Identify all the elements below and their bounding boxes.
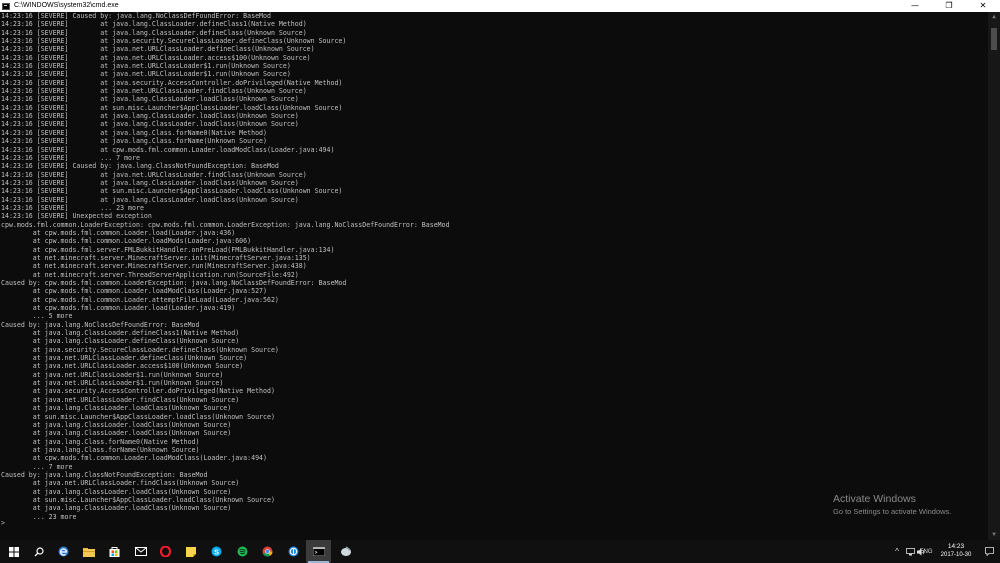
opera-icon[interactable] [153, 540, 178, 563]
app-icon[interactable] [281, 540, 306, 563]
mail-icon[interactable] [128, 540, 153, 563]
file-explorer-icon[interactable] [76, 540, 101, 563]
language-indicator[interactable]: ENG [917, 540, 935, 563]
vertical-scrollbar[interactable]: ▲ ▼ [988, 12, 1000, 540]
chrome-icon[interactable] [255, 540, 280, 563]
console-text: 14:23:16 [SEVERE] Caused by: java.lang.N… [1, 12, 450, 521]
skype-icon[interactable]: S [204, 540, 229, 563]
clock-time: 14:23 [947, 543, 965, 550]
scrollbar-thumb[interactable] [991, 28, 997, 50]
network-icon[interactable] [904, 540, 916, 563]
minimize-button[interactable]: — [898, 0, 932, 12]
command-prompt[interactable]: > [1, 519, 5, 527]
sticky-notes-icon[interactable] [178, 540, 203, 563]
clock[interactable]: 14:23 2017-10-30 [936, 543, 976, 559]
watermark-title: Activate Windows [833, 493, 916, 505]
svg-text:S: S [214, 547, 219, 556]
clock-date: 2017-10-30 [940, 552, 972, 558]
close-button[interactable]: ✕ [966, 0, 1000, 12]
scroll-down-arrow-icon[interactable]: ▼ [988, 530, 1000, 540]
search-icon[interactable] [26, 540, 51, 563]
taskbar: S ^ ENG 14:23 2017-10-30 [0, 540, 1000, 563]
notification-icon[interactable] [982, 540, 996, 563]
watermark-subtitle: Go to Settings to activate Windows. [833, 507, 952, 516]
tool-icon[interactable] [333, 540, 358, 563]
title-bar[interactable]: C:\WINDOWS\system32\cmd.exe — ❐ ✕ [0, 0, 1000, 12]
edge-icon[interactable] [51, 540, 76, 563]
cmd-app-icon[interactable] [2, 2, 10, 10]
window-controls: — ❐ ✕ [898, 0, 1000, 12]
cmd-taskbar-icon[interactable] [306, 540, 331, 563]
scroll-up-arrow-icon[interactable]: ▲ [988, 12, 1000, 22]
activate-windows-watermark: Activate Windows Go to Settings to activ… [833, 493, 951, 517]
spotify-icon[interactable] [230, 540, 255, 563]
chevron-up-icon[interactable]: ^ [891, 540, 903, 563]
console-output[interactable]: 14:23:16 [SEVERE] Caused by: java.lang.N… [0, 12, 988, 540]
windows-start-icon[interactable] [1, 540, 26, 563]
maximize-button[interactable]: ❐ [932, 0, 966, 12]
store-icon[interactable] [102, 540, 127, 563]
window-title: C:\WINDOWS\system32\cmd.exe [14, 2, 119, 9]
